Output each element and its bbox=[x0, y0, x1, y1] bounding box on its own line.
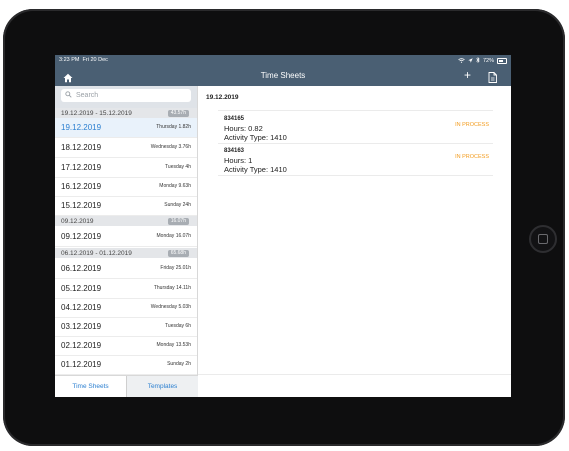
list-item[interactable]: 04.12.2019 Wednesday 5.03h bbox=[55, 298, 197, 318]
item-summary: Tuesday 6h bbox=[165, 323, 191, 329]
hardware-home-button[interactable] bbox=[529, 225, 557, 253]
document-icon[interactable] bbox=[488, 70, 497, 83]
timesheet-entry[interactable]: 834165 Hours: 0.82 Activity Type: 1410 I… bbox=[218, 113, 493, 144]
navigation-bar: Time Sheets + bbox=[55, 66, 511, 86]
item-summary: Monday 9.63h bbox=[159, 183, 191, 189]
page-title: Time Sheets bbox=[260, 71, 306, 80]
item-summary: Thursday 1.82h bbox=[156, 124, 191, 130]
item-summary: Friday 25.01h bbox=[160, 265, 191, 271]
week-group-header: 09.12.2019 16.07h bbox=[55, 216, 197, 226]
search-input[interactable]: Search bbox=[61, 89, 191, 102]
item-summary: Wednesday 5.03h bbox=[150, 304, 191, 310]
battery-icon bbox=[497, 58, 507, 64]
app-screen: 3:23 PM Fri 20 Dec 72% Time Sheets + Sea… bbox=[55, 55, 511, 397]
list-item[interactable]: 06.12.2019 Friday 25.01h bbox=[55, 259, 197, 279]
group-hours-badge: 43.57h bbox=[167, 109, 189, 117]
item-summary: Monday 16.07h bbox=[156, 233, 191, 239]
battery-percent: 72% bbox=[482, 58, 494, 64]
bottom-tab-bar: Time Sheets Templates bbox=[55, 375, 198, 397]
item-summary: Thursday 14.11h bbox=[153, 285, 191, 291]
entry-activity: Activity Type: 1410 bbox=[224, 165, 287, 174]
search-icon bbox=[65, 91, 72, 100]
list-item[interactable]: 17.12.2019 Tuesday 4h bbox=[55, 158, 197, 178]
status-badge: IN PROCESS bbox=[455, 122, 489, 128]
wifi-icon bbox=[458, 57, 465, 65]
item-date: 03.12.2019 bbox=[61, 322, 102, 331]
item-date: 17.12.2019 bbox=[61, 163, 102, 172]
item-summary: Monday 13.53h bbox=[156, 342, 191, 348]
entry-id: 834163 bbox=[224, 148, 245, 154]
item-date: 15.12.2019 bbox=[61, 201, 102, 210]
item-summary: Tuesday 4h bbox=[165, 164, 191, 170]
item-summary: Wednesday 3.76h bbox=[150, 144, 191, 150]
item-date: 04.12.2019 bbox=[61, 303, 102, 312]
group-hours-badge: 16.07h bbox=[167, 217, 189, 225]
divider bbox=[218, 110, 493, 111]
group-label: 19.12.2019 - 15.12.2019 bbox=[61, 109, 132, 117]
item-date: 05.12.2019 bbox=[61, 284, 102, 293]
list-item[interactable]: 02.12.2019 Monday 13.53h bbox=[55, 336, 197, 356]
entry-hours: Hours: 1 bbox=[224, 156, 253, 165]
detail-date-header: 19.12.2019 bbox=[206, 94, 239, 101]
status-date: Fri 20 Dec bbox=[82, 57, 108, 63]
search-placeholder: Search bbox=[76, 91, 99, 99]
item-summary: Sunday 2h bbox=[167, 361, 191, 367]
item-summary: Sunday 24h bbox=[164, 202, 191, 208]
group-label: 09.12.2019 bbox=[61, 217, 94, 225]
list-item[interactable]: 16.12.2019 Monday 9.63h bbox=[55, 177, 197, 197]
week-group-header: 06.12.2019 - 01.12.2019 65.68h bbox=[55, 248, 197, 258]
list-item[interactable]: 01.12.2019 Sunday 2h bbox=[55, 355, 197, 375]
status-time-date: 3:23 PM Fri 20 Dec bbox=[59, 57, 108, 63]
tab-templates[interactable]: Templates bbox=[126, 376, 198, 397]
list-item[interactable]: 18.12.2019 Wednesday 3.76h bbox=[55, 138, 197, 158]
item-date: 02.12.2019 bbox=[61, 341, 102, 350]
week-group-header: 19.12.2019 - 15.12.2019 43.57h bbox=[55, 108, 197, 118]
search-bar: Search bbox=[55, 86, 197, 108]
item-date: 19.12.2019 bbox=[61, 123, 102, 132]
status-badge: IN PROCESS bbox=[455, 154, 489, 160]
group-hours-badge: 65.68h bbox=[167, 249, 189, 257]
timesheet-sidebar: Search 19.12.2019 - 15.12.2019 43.57h 19… bbox=[55, 86, 198, 397]
item-date: 16.12.2019 bbox=[61, 182, 102, 191]
item-date: 01.12.2019 bbox=[61, 360, 102, 369]
tab-time-sheets[interactable]: Time Sheets bbox=[55, 376, 126, 397]
status-bar: 3:23 PM Fri 20 Dec 72% bbox=[55, 55, 511, 66]
item-date: 09.12.2019 bbox=[61, 232, 102, 241]
location-icon bbox=[468, 57, 473, 65]
list-item[interactable]: 05.12.2019 Thursday 14.11h bbox=[55, 279, 197, 299]
entry-activity: Activity Type: 1410 bbox=[224, 133, 287, 142]
list-item[interactable]: 03.12.2019 Tuesday 6h bbox=[55, 317, 197, 337]
entry-hours: Hours: 0.82 bbox=[224, 124, 263, 133]
timesheet-detail: 19.12.2019 834165 Hours: 0.82 Activity T… bbox=[198, 86, 511, 397]
list-item[interactable]: 09.12.2019 Monday 16.07h bbox=[55, 227, 197, 247]
add-button[interactable]: + bbox=[464, 68, 471, 82]
entry-id: 834165 bbox=[224, 116, 245, 122]
divider bbox=[198, 374, 511, 375]
timesheet-entry[interactable]: 834163 Hours: 1 Activity Type: 1410 IN P… bbox=[218, 145, 493, 176]
list-item[interactable]: 15.12.2019 Sunday 24h bbox=[55, 196, 197, 216]
status-right: 72% bbox=[458, 56, 507, 65]
item-date: 18.12.2019 bbox=[61, 143, 102, 152]
item-date: 06.12.2019 bbox=[61, 264, 102, 273]
status-time: 3:23 PM bbox=[59, 57, 80, 63]
group-label: 06.12.2019 - 01.12.2019 bbox=[61, 249, 132, 257]
list-item[interactable]: 19.12.2019 Thursday 1.82h bbox=[55, 118, 197, 138]
bluetooth-icon bbox=[476, 56, 480, 65]
